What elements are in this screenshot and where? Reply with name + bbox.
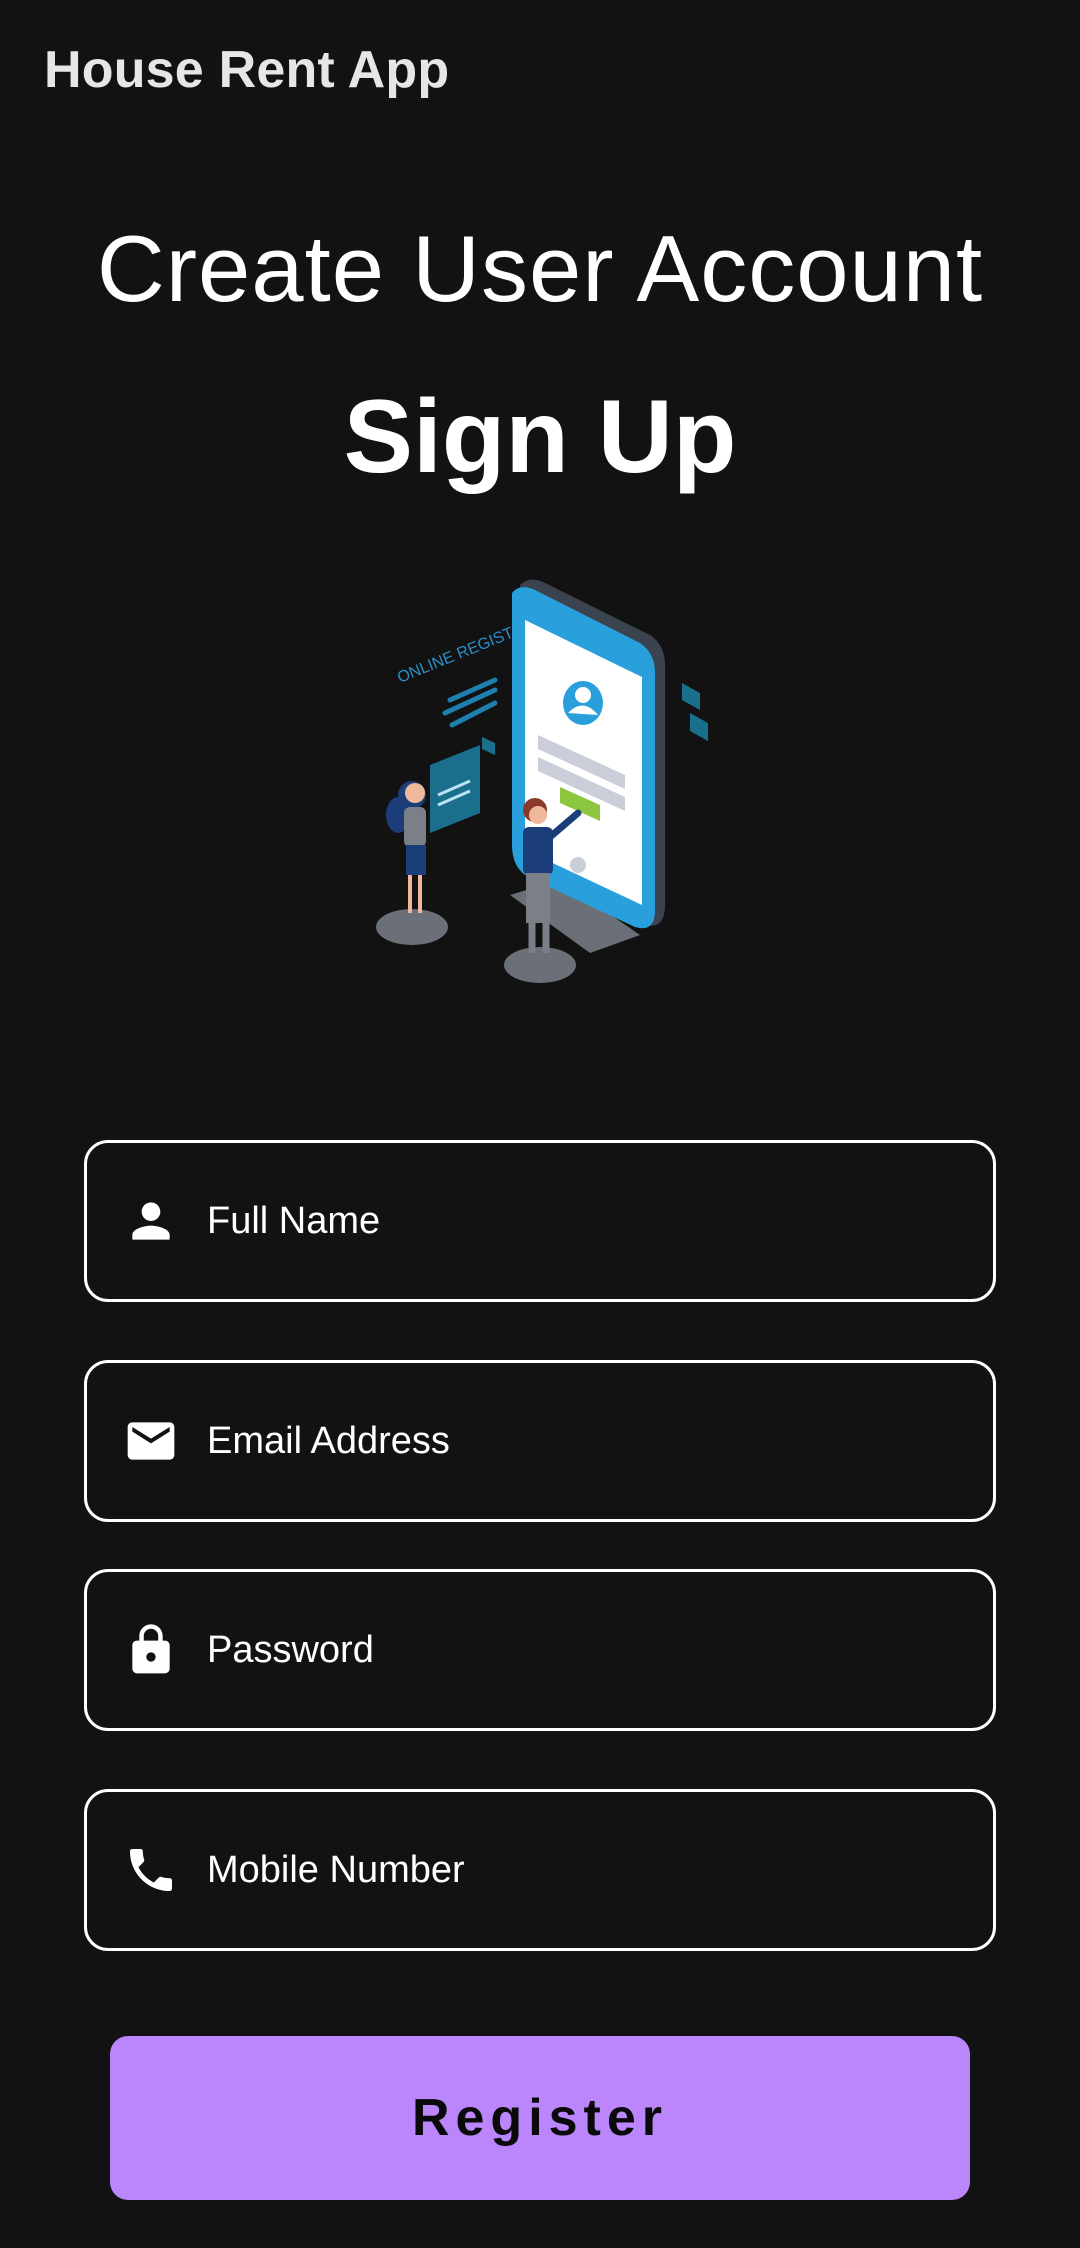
email-field[interactable]: Email Address bbox=[84, 1360, 996, 1522]
person-icon bbox=[123, 1193, 179, 1249]
register-button[interactable]: Register bbox=[110, 2036, 970, 2200]
page-subtitle: Sign Up bbox=[343, 379, 737, 495]
password-field[interactable]: Password bbox=[84, 1569, 996, 1731]
mobile-number-placeholder: Mobile Number bbox=[207, 1848, 465, 1891]
full-name-placeholder: Full Name bbox=[207, 1199, 381, 1242]
mobile-number-field[interactable]: Mobile Number bbox=[84, 1789, 996, 1951]
phone-icon bbox=[123, 1842, 179, 1898]
email-icon bbox=[123, 1413, 179, 1469]
email-placeholder: Email Address bbox=[207, 1419, 450, 1462]
lock-icon bbox=[123, 1622, 179, 1678]
app-bar-title: House Rent App bbox=[44, 41, 450, 99]
full-name-field[interactable]: Full Name bbox=[84, 1140, 996, 1302]
password-placeholder: Password bbox=[207, 1628, 374, 1671]
registration-illustration: ONLINE REGISTRATION bbox=[376, 579, 708, 983]
page-title: Create User Account bbox=[96, 216, 984, 321]
